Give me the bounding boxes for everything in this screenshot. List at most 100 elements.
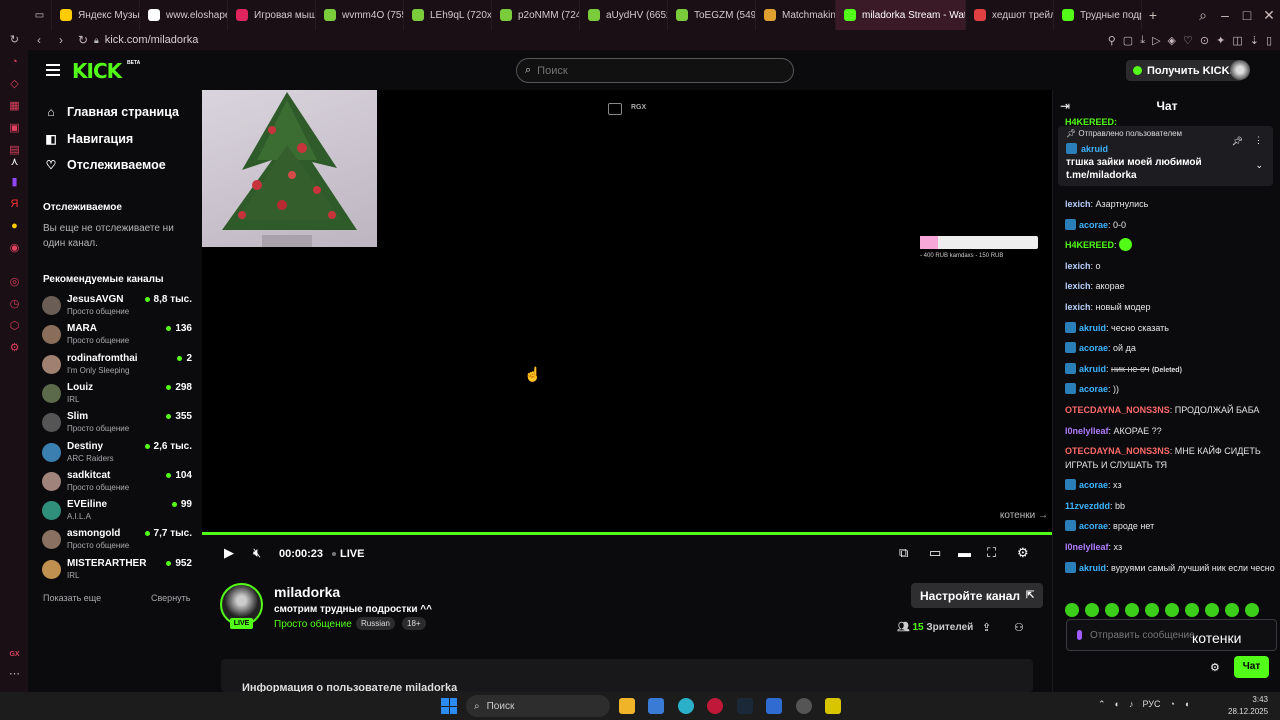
extension-puzzle-icon[interactable]: ✦ [1216, 34, 1225, 47]
browser-tab[interactable]: ToEGZM (549x [668, 0, 756, 30]
browser-tab[interactable]: wvmm4O (755 [316, 0, 404, 30]
refresh-icon[interactable]: ↻ [72, 33, 94, 47]
mic-tray-icon[interactable]: ♪ [1129, 699, 1134, 710]
setup-channel-button[interactable]: Настройте канал ⇱ [911, 583, 1044, 608]
new-tab-icon[interactable]: + [1142, 7, 1164, 23]
downloads-icon[interactable]: ⇣ [1250, 34, 1259, 47]
get-kicks-button[interactable]: Получить KICKs [1126, 60, 1243, 81]
more-icon[interactable]: ⋯ [8, 668, 21, 681]
emote[interactable] [1085, 603, 1099, 617]
chat-username[interactable]: H4KEREED [1065, 240, 1114, 250]
history-icon[interactable]: ◎ [8, 276, 21, 289]
wallet-icon[interactable]: ◫ [1232, 34, 1242, 47]
chat-username[interactable]: l0nelylleaf [1065, 426, 1109, 436]
network-icon[interactable]: ◐ [1115, 699, 1120, 710]
clock-icon[interactable]: ◷ [8, 298, 21, 311]
pip-button[interactable]: ⧉ [899, 545, 908, 561]
kick-logo[interactable]: KICK [72, 59, 122, 83]
kick-sidebar-icon[interactable]: ⋏ [8, 156, 21, 169]
emote[interactable] [1125, 603, 1139, 617]
nav-following[interactable]: ♡ Отслеживаемое [44, 158, 166, 172]
chat-username[interactable]: 11zvezddd [1065, 501, 1110, 511]
play-icon[interactable]: ▷ [1152, 34, 1160, 47]
chevron-down-icon[interactable]: ⌄ [1255, 160, 1263, 171]
tag-language[interactable]: Russian [356, 617, 395, 630]
game-launcher-icon[interactable] [825, 698, 841, 714]
maximize-icon[interactable]: □ [1236, 7, 1258, 24]
app-icon[interactable] [766, 698, 782, 714]
chat-username[interactable]: akruid [1079, 323, 1106, 333]
chat-username[interactable]: l0nelylleaf [1065, 542, 1109, 552]
follow-icon[interactable]: ⚇ [1014, 621, 1024, 634]
share-icon[interactable]: ⇪ [982, 621, 991, 634]
user-avatar[interactable] [1230, 60, 1250, 80]
nav-home[interactable]: ⌂ Главная страница [44, 105, 179, 119]
steam-icon[interactable] [737, 698, 753, 714]
gx-control-icon[interactable]: ▦ [8, 100, 21, 113]
show-more-link[interactable]: Показать еще [43, 593, 101, 603]
channel-item[interactable]: asmongold Просто общение 7,7 тыс. [42, 527, 192, 553]
emote[interactable] [1205, 603, 1219, 617]
chat-send-button[interactable]: Чат [1234, 656, 1269, 678]
chat-username[interactable]: acorae [1079, 343, 1108, 353]
emote[interactable] [1105, 603, 1119, 617]
vpn-icon[interactable]: ◈ [1168, 34, 1176, 47]
volume-icon[interactable]: ◖ [1184, 699, 1189, 710]
channel-item[interactable]: EVEiline A.I.L.A 99 [42, 498, 192, 524]
pin-icon[interactable]: 📌︎ [1232, 136, 1243, 147]
reload-icon[interactable]: ↻ [8, 34, 21, 47]
close-icon[interactable]: ✕ [1258, 7, 1280, 24]
chat-username[interactable]: lexich [1065, 281, 1091, 291]
yandex-icon[interactable]: Я [8, 198, 21, 211]
browser-tab[interactable]: Игровая мышь [228, 0, 316, 30]
pip-icon[interactable] [608, 103, 622, 115]
url-text[interactable]: kick.com/miladorka [105, 34, 199, 46]
battery-icon[interactable]: ▯ [1266, 34, 1272, 47]
browser-tab[interactable]: Яндекс Музыка [52, 0, 140, 30]
gx-logo-icon[interactable]: GX [8, 648, 21, 661]
chat-username[interactable]: lexich [1065, 302, 1091, 312]
channel-item[interactable]: Slim Просто общение 355 [42, 410, 192, 436]
channel-item[interactable]: sadkitcat Просто общение 104 [42, 469, 192, 495]
chat-input-box[interactable] [1066, 619, 1277, 651]
windows-start-icon[interactable] [441, 698, 457, 714]
settings-icon[interactable]: ⚙ [8, 342, 21, 355]
chat-username[interactable]: akruid [1079, 364, 1106, 374]
browser-tab[interactable]: miladorka Stream - Watc [836, 0, 966, 30]
browser-tab[interactable]: Matchmaking [756, 0, 836, 30]
vk-icon[interactable]: ◉ [8, 242, 21, 255]
snapshot-icon[interactable]: ⊙ [1200, 34, 1209, 47]
chat-username[interactable]: akruid [1079, 563, 1106, 573]
nav-browse[interactable]: ◧ Навигация [44, 132, 133, 146]
mic-icon[interactable] [1077, 630, 1082, 640]
fullscreen-button[interactable]: ⛶ [987, 545, 996, 561]
chat-username[interactable]: lexich [1065, 199, 1091, 209]
twitch-icon[interactable]: ▮ [8, 176, 21, 189]
music-icon[interactable]: ● [8, 220, 21, 233]
chat-username[interactable]: acorae [1079, 220, 1108, 230]
emote[interactable] [1145, 603, 1159, 617]
channel-item[interactable]: MISTERARTHER IRL 952 [42, 557, 192, 583]
emote[interactable] [1245, 603, 1259, 617]
play-button[interactable]: ▶ [224, 545, 234, 561]
discord-icon[interactable] [796, 698, 812, 714]
channel-item[interactable]: rodinafromthai I'm Only Sleeping 2 [42, 352, 192, 378]
taskbar-clock[interactable]: 3:43 28.12.2025 [1228, 694, 1268, 718]
minimize-icon[interactable]: – [1214, 7, 1236, 24]
taskbar-search[interactable]: ⌕ Поиск [466, 695, 610, 717]
chat-username[interactable]: acorae [1079, 521, 1108, 531]
forward-icon[interactable]: › [50, 33, 72, 47]
chat-username[interactable]: acorae [1079, 480, 1108, 490]
menu-icon[interactable] [46, 64, 60, 76]
bookmark-heart-icon[interactable]: ♡ [1183, 34, 1193, 47]
emote[interactable] [1185, 603, 1199, 617]
chat-username[interactable]: OTECDAYNA_NONS3NS [1065, 405, 1170, 415]
channel-item[interactable]: Destiny ARC Raiders 2,6 тыс. [42, 440, 192, 466]
chat-username[interactable]: lexich [1065, 261, 1091, 271]
more-options-icon[interactable]: ⋮ [1254, 135, 1263, 146]
stream-category[interactable]: Просто общение [274, 619, 352, 630]
download-page-icon[interactable]: ⤓ [1140, 34, 1145, 47]
search-tabs-icon[interactable]: ⌕ [1192, 7, 1214, 24]
browser-tab[interactable]: LEh9qL (720x7 [404, 0, 492, 30]
gx-corner-icon[interactable]: ▣ [8, 122, 21, 135]
